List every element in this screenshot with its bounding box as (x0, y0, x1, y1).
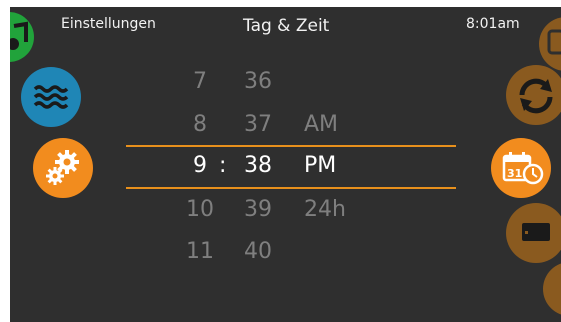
period-option-24h[interactable]: 24h (304, 197, 384, 222)
partial-icon (543, 262, 561, 316)
settings-button[interactable] (33, 138, 93, 198)
minute-selected[interactable]: 38 (228, 153, 288, 178)
calendar-clock-icon: 31 (502, 152, 544, 185)
partial-right-bottom-button[interactable] (543, 262, 561, 316)
selection-line-top (126, 145, 456, 147)
page-title: Tag & Zeit (243, 16, 330, 36)
minute-option[interactable]: 37 (228, 112, 288, 137)
minute-option[interactable]: 40 (228, 239, 288, 264)
settings-label[interactable]: Einstellungen (61, 16, 156, 32)
rotate-button[interactable] (506, 65, 561, 125)
minute-option[interactable]: 39 (228, 197, 288, 222)
water-waves-icon (33, 85, 69, 109)
clock-time: 8:01am (466, 16, 520, 32)
screen: Einstellungen Tag & Zeit 8:01am 31 7 8 9… (10, 7, 561, 322)
partial-right-top-button[interactable] (539, 17, 561, 71)
period-option-am[interactable]: AM (304, 112, 384, 137)
period-selected-pm[interactable]: PM (304, 153, 384, 178)
hour-option[interactable]: 8 (170, 112, 230, 137)
hour-option[interactable]: 11 (170, 239, 230, 264)
selection-line-bottom (126, 187, 456, 189)
svg-text:31: 31 (507, 167, 522, 180)
music-icon (10, 21, 28, 50)
rotate-icon (519, 78, 553, 114)
time-separator: : (219, 153, 227, 178)
minute-option[interactable]: 36 (228, 69, 288, 94)
display-icon (522, 223, 550, 241)
hour-option[interactable]: 10 (170, 197, 230, 222)
hour-option[interactable]: 7 (170, 69, 230, 94)
music-button[interactable] (10, 12, 34, 62)
gears-icon (46, 150, 79, 185)
date-time-button[interactable]: 31 (491, 138, 551, 198)
water-button[interactable] (21, 67, 81, 127)
partial-icon (547, 29, 561, 55)
display-button[interactable] (506, 203, 561, 263)
